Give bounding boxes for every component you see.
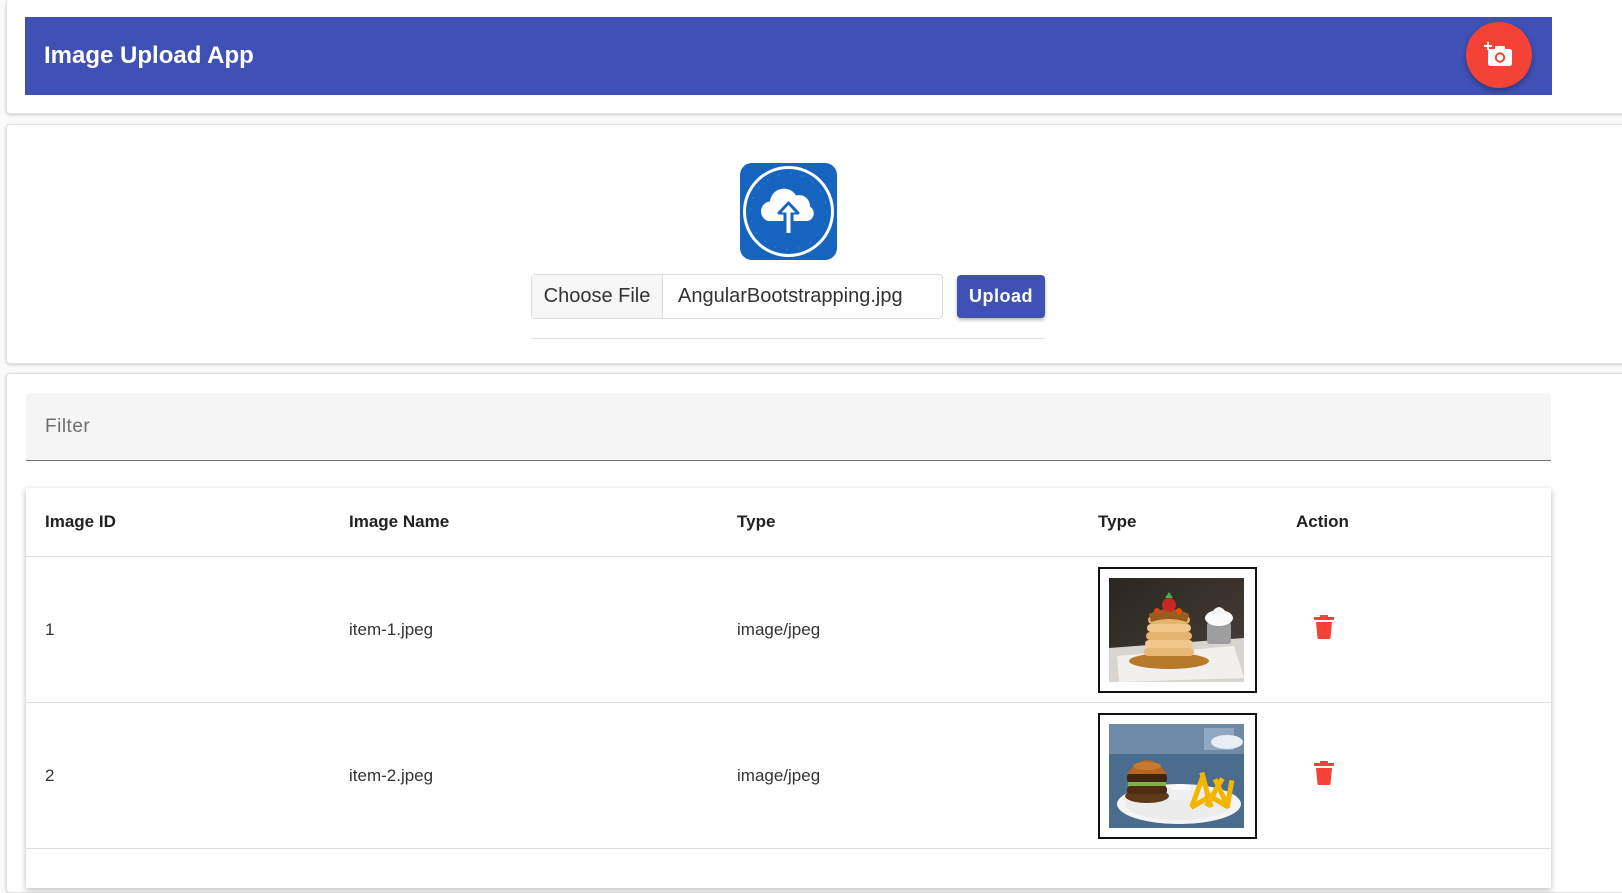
choose-file-button[interactable]: Choose File [532, 275, 663, 318]
header-action: Action [1296, 512, 1349, 531]
cell-image-id: 2 [45, 765, 55, 785]
table-header-row: Image ID Image Name Type Type Action [26, 488, 1551, 557]
file-input[interactable]: Choose File AngularBootstrapping.jpg [531, 274, 943, 319]
filter-input[interactable]: Filter [26, 393, 1551, 461]
header-image-name[interactable]: Image Name [349, 488, 449, 556]
upload-divider [531, 338, 1045, 339]
cell-action [1296, 703, 1334, 848]
add-photo-icon [1484, 42, 1512, 66]
images-table: Image ID Image Name Type Type Action 1 i… [26, 488, 1551, 888]
cell-type: image/jpeg [737, 765, 821, 785]
cell-thumbnail [1098, 557, 1257, 702]
add-photo-button[interactable] [1466, 22, 1532, 88]
burger-and-fries-photo[interactable] [1098, 712, 1257, 839]
table-row: 2 item-2.jpeg image/jpeg [26, 703, 1551, 849]
selected-file-name: AngularBootstrapping.jpg [678, 285, 903, 307]
cell-image-id: 1 [45, 619, 55, 639]
filter-placeholder: Filter [45, 415, 91, 437]
cloud-upload-icon [740, 163, 837, 260]
cell-thumbnail [1098, 703, 1257, 848]
app-title: Image Upload App [44, 42, 254, 69]
pancake-stack-photo[interactable] [1098, 566, 1257, 693]
cell-action [1296, 557, 1334, 702]
header-type[interactable]: Type [737, 488, 775, 556]
upload-button[interactable]: Upload [957, 275, 1045, 318]
delete-icon[interactable] [1314, 761, 1334, 790]
cell-image-name: item-2.jpeg [349, 765, 434, 785]
header-image-id[interactable]: Image ID [45, 488, 116, 556]
delete-icon[interactable] [1314, 615, 1334, 644]
cell-image-name: item-1.jpeg [349, 619, 434, 639]
header-type-preview[interactable]: Type [1098, 488, 1136, 556]
table-row: 1 item-1.jpeg image/jpeg [26, 557, 1551, 703]
cell-type: image/jpeg [737, 619, 821, 639]
app-toolbar: Image Upload App [25, 17, 1552, 95]
